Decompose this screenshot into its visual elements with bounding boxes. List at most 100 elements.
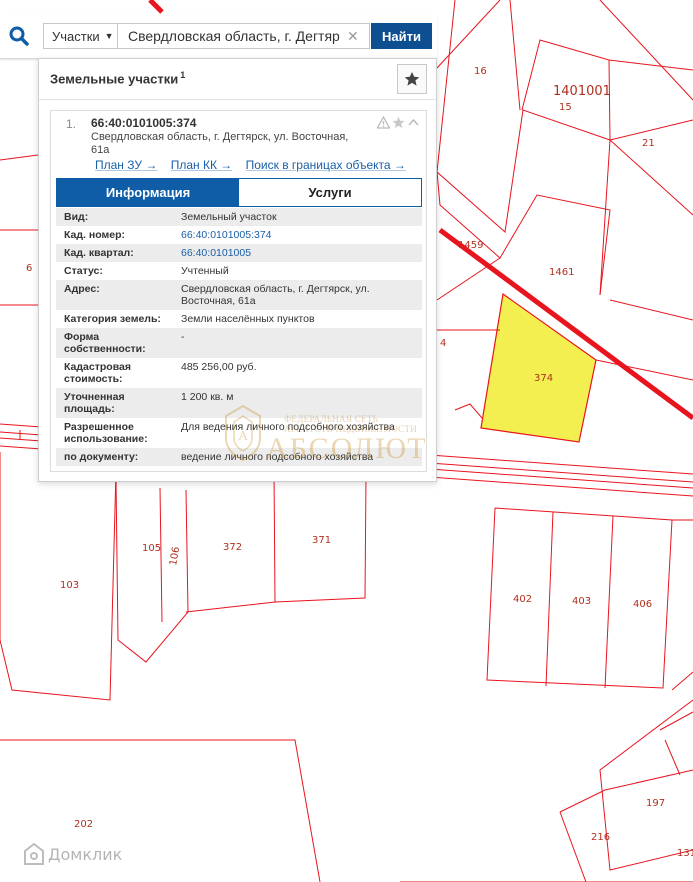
divider	[39, 99, 436, 100]
map-parcel-boundary	[609, 119, 693, 141]
map-parcel-boundary	[559, 811, 587, 882]
map-parcel-boundary	[604, 515, 614, 689]
property-row: Категория земель: Земли населённых пункто…	[56, 310, 422, 328]
domclick-logo: Домклик	[24, 843, 122, 865]
card-actions	[377, 116, 420, 129]
search-input[interactable]	[118, 23, 370, 49]
property-key: Категория земель:	[64, 313, 161, 325]
tab-info[interactable]: Информация	[57, 179, 239, 206]
chevron-up-icon[interactable]	[407, 116, 420, 129]
property-value: Земли населённых пунктов	[181, 313, 315, 325]
search-bar: Участки ▼ ✕ Найти	[0, 16, 437, 59]
map-thick-boundary	[148, 0, 164, 14]
property-value: 485 256,00 руб.	[181, 361, 257, 373]
map-parcel-boundary	[115, 477, 189, 663]
property-key: по документу:	[64, 451, 139, 463]
map-label: 374	[534, 373, 553, 384]
map-parcel-boundary	[185, 469, 276, 613]
map-parcel-boundary	[595, 359, 693, 381]
map-parcel-boundary	[159, 487, 163, 623]
tab-services[interactable]: Услуги	[239, 179, 421, 206]
map-label: 1461	[549, 267, 574, 278]
map-parcel-boundary	[0, 452, 117, 701]
map-label: 197	[646, 798, 665, 809]
property-key: Кадастровая стоимость:	[64, 361, 131, 385]
map-parcel-boundary	[609, 299, 693, 321]
property-key: Кад. квартал:	[64, 247, 134, 259]
panel-title: Земельные участки 1	[50, 70, 185, 86]
map-parcel-boundary	[559, 769, 693, 813]
favorites-button[interactable]	[397, 64, 427, 94]
map-label: 16	[474, 66, 487, 77]
map-label: 1401001	[553, 84, 611, 99]
property-key: Вид:	[64, 211, 89, 223]
map-parcel-boundary	[436, 0, 501, 69]
map-label: 105	[142, 543, 161, 554]
map-parcel-boundary	[545, 511, 554, 687]
property-value[interactable]: 66:40:0101005:374	[176, 229, 422, 241]
map-label: 1459	[458, 240, 483, 251]
map-label: 372	[223, 542, 242, 553]
map-parcel-boundary	[671, 671, 693, 691]
map-parcel-boundary	[664, 739, 681, 776]
watermark-line1: ФЕДЕРАЛЬНАЯ СЕТЬ АГЕНТСТВ НЕДВИЖИМОСТИ	[284, 414, 418, 434]
search-in-bounds-link[interactable]: Поиск в границах объекта →	[246, 158, 406, 172]
svg-text:A: A	[238, 429, 249, 444]
card-tabs: Информация Услуги	[56, 178, 422, 207]
property-row: Статус: Учтенный	[56, 262, 422, 280]
property-key: Разрешенное использование:	[64, 421, 148, 445]
map-parcel-boundary	[436, 257, 501, 301]
property-key: Форма собственности:	[64, 331, 146, 355]
property-row: Вид: Земельный участок	[56, 208, 422, 226]
search-type-dropdown[interactable]: Участки ▼	[43, 23, 118, 49]
chevron-down-icon: ▼	[104, 31, 114, 41]
panel-title-text: Земельные участки	[50, 71, 179, 87]
map-label: 403	[572, 596, 591, 607]
map-label: 15	[559, 102, 572, 113]
map-label: 106	[168, 546, 182, 567]
map-label: 131	[677, 848, 693, 859]
property-row: Форма собственности: -	[56, 328, 422, 358]
map-label: 103	[60, 580, 79, 591]
warning-icon[interactable]	[377, 116, 390, 129]
highlighted-parcel-374	[480, 292, 597, 443]
watermark: A ФЕДЕРАЛЬНАЯ СЕТЬ АГЕНТСТВ НЕДВИЖИМОСТИ…	[222, 404, 462, 474]
result-number: 1.	[66, 117, 77, 131]
search-icon[interactable]	[6, 23, 32, 49]
property-row: Адрес: Свердловская область, г. Дегтярск,…	[56, 280, 422, 310]
cadastral-number[interactable]: 66:40:0101005:374	[91, 116, 196, 130]
property-key: Уточненная площадь:	[64, 391, 125, 415]
map-parcel-boundary	[509, 0, 521, 111]
property-value: -	[181, 331, 185, 343]
map-label: 21	[642, 138, 655, 149]
map-label: 371	[312, 535, 331, 546]
logo-text: Домклик	[48, 844, 123, 864]
map-parcel-boundary	[609, 139, 693, 216]
property-value: Учтенный	[181, 265, 229, 277]
find-button[interactable]: Найти	[371, 23, 432, 49]
property-row: Кадастровая стоимость: 485 256,00 руб.	[56, 358, 422, 388]
property-value: Земельный участок	[181, 211, 277, 223]
house-logo-icon	[24, 843, 44, 865]
map-label: 216	[591, 832, 610, 843]
map-label: 6	[26, 263, 32, 274]
clear-icon[interactable]: ✕	[347, 29, 359, 43]
property-value[interactable]: 66:40:0101005	[176, 247, 422, 259]
property-key: Статус:	[64, 265, 103, 277]
map-parcel-boundary	[608, 59, 693, 71]
map-label: 402	[513, 594, 532, 605]
plan-kk-link[interactable]: План КК →	[171, 158, 233, 172]
watermark-brand: АБСОЛЮТ	[266, 432, 428, 465]
agency-emblem-icon: A	[225, 404, 261, 462]
search-type-label: Участки	[52, 28, 100, 44]
map-parcel-boundary	[599, 699, 693, 871]
map-parcel-boundary	[0, 154, 39, 161]
plan-zu-link[interactable]: План ЗУ →	[95, 158, 157, 172]
card-links: План ЗУ → План КК → Поиск в границах объ…	[95, 158, 416, 172]
results-count: 1	[180, 70, 186, 80]
star-icon[interactable]	[392, 116, 405, 129]
result-address: Свердловская область, г. Дегтярск, ул. В…	[91, 131, 349, 156]
property-value: Свердловская область, г. Дегтярск, ул. В…	[181, 283, 370, 307]
map-label: 4	[440, 338, 446, 349]
property-row: Кад. квартал: 66:40:0101005	[56, 244, 422, 262]
